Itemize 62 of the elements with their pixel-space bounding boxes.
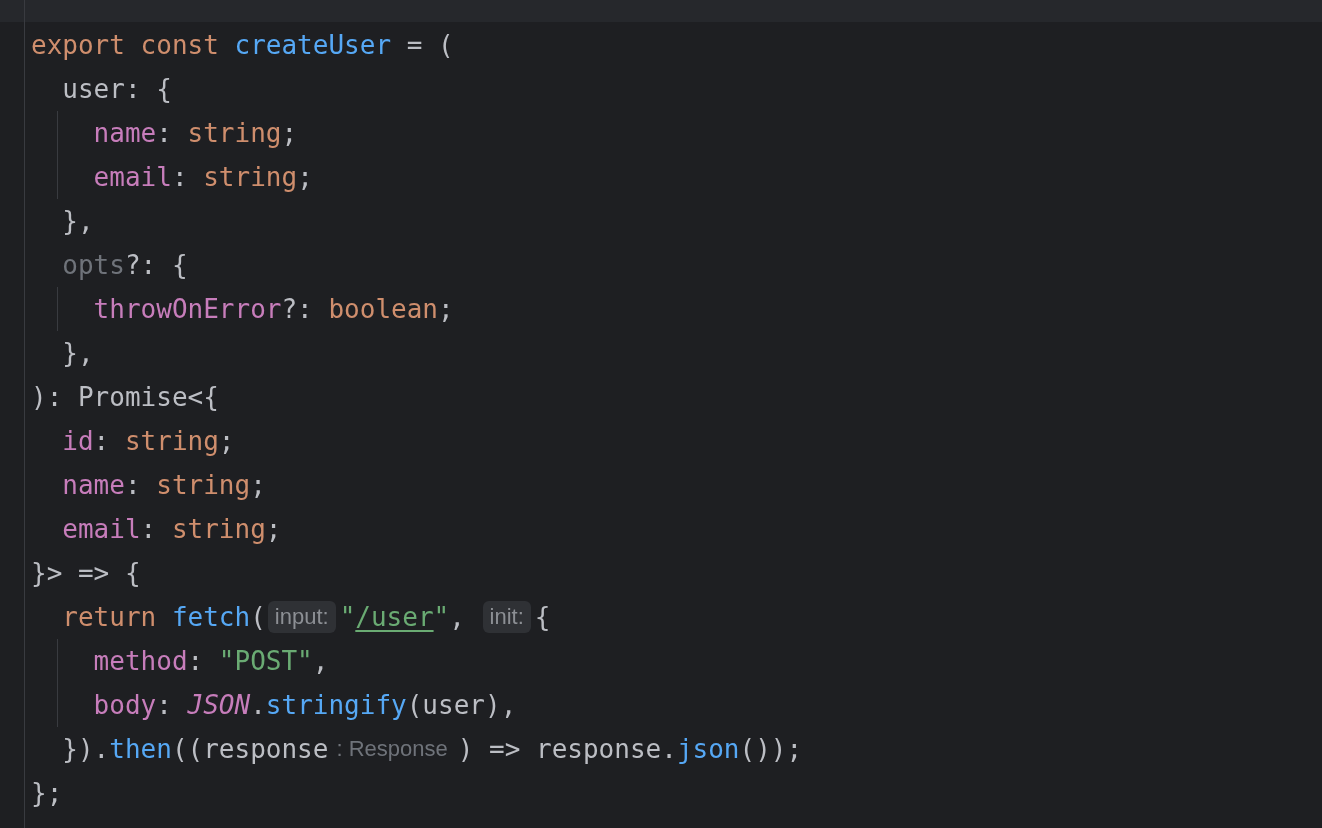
code-text: }> => { [31,557,141,590]
code-text: : [93,425,111,458]
code-text: ; [218,425,235,458]
code-function-name: fetch [171,601,251,634]
code-property: name [93,117,157,150]
code-text: ; [265,513,282,546]
code-keyword: export const [31,29,220,62]
code-static-object: JSON [187,689,251,722]
code-type: string [187,117,282,150]
code-type: string [171,513,266,546]
code-property: name [62,469,125,502]
code-type: string [203,161,298,194]
code-string: "POST" [218,645,313,678]
code-text: : [124,469,142,502]
code-text: (user), [406,689,517,722]
code-type: string [156,469,251,502]
code-text: ; [250,469,266,502]
code-text: , [449,601,466,634]
code-text: }; [31,777,63,810]
code-text: ?: { [124,249,188,282]
code-text: }, [62,205,94,238]
code-string: " [433,601,450,634]
code-function-name: stringify [265,689,407,722]
code-function-name: json [676,733,740,766]
code-text: : [187,645,205,678]
code-text: ((response [171,733,329,766]
code-text: ()); [739,733,803,766]
code-text: }). [62,733,110,766]
code-text: = ( [405,29,454,62]
type-hint: : Response [335,735,449,763]
code-text: : [171,161,189,194]
code-property: body [93,689,157,722]
code-text: ; [297,161,313,194]
code-function-name: createUser [234,29,392,62]
code-text: ?: [281,293,314,326]
code-text: . [250,689,266,722]
code-unused-parameter: opts [62,249,125,282]
code-property: id [62,425,94,458]
parameter-hint: init: [482,601,531,633]
code-text: ; [438,293,454,326]
code-link[interactable]: /user [355,595,434,639]
code-property: email [62,513,141,546]
code-text: ) => response. [457,733,677,766]
code-text: ): Promise<{ [31,381,219,414]
parameter-hint: input: [267,601,336,633]
code-keyword: return [62,601,158,634]
code-function-name: then [109,733,172,766]
code-text: user: { [62,73,172,106]
code-property: throwOnError [93,293,282,326]
code-string: " [339,601,356,634]
code-text: : [140,513,158,546]
code-text: ( [250,601,266,634]
code-text: : [156,117,173,150]
code-text: ; [281,117,298,150]
code-property: method [93,645,188,678]
code-type: boolean [328,293,438,326]
code-text: }, [62,337,94,370]
code-text: , [312,645,329,678]
code-type: string [124,425,219,458]
code-text: : [156,689,173,722]
code-text: { [534,601,551,634]
code-property: email [93,161,172,194]
